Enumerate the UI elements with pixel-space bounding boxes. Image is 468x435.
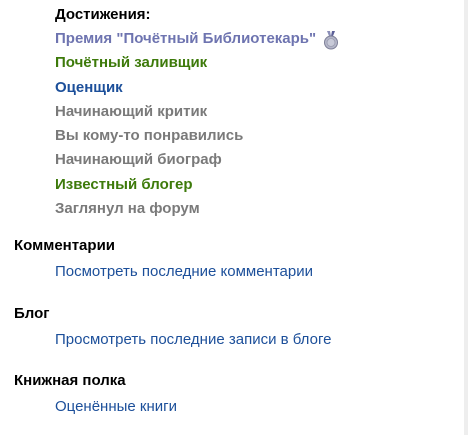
right-border — [464, 0, 468, 435]
achievement-item[interactable]: Известный блогер — [55, 175, 341, 199]
achievement-label[interactable]: Начинающий критик — [55, 102, 207, 122]
achievement-label[interactable]: Премия "Почётный Библиотекарь" — [55, 29, 316, 49]
comments-title: Комментарии — [14, 237, 116, 254]
achievement-item[interactable]: Вы кому-то понравились — [55, 126, 341, 150]
achievement-item[interactable]: Начинающий критик — [55, 102, 341, 126]
blog-title: Блог — [14, 305, 50, 322]
latest-blog-posts-link[interactable]: Просмотреть последние записи в блоге — [55, 330, 331, 350]
achievements-list: Премия "Почётный Библиотекарь" Почётный … — [55, 29, 341, 223]
achievement-item[interactable]: Почётный заливщик — [55, 53, 341, 77]
achievement-item[interactable]: Заглянул на форум — [55, 199, 341, 223]
latest-comments-link[interactable]: Посмотреть последние комментарии — [55, 262, 313, 282]
rated-books-link[interactable]: Оценённые книги — [55, 397, 177, 417]
achievements-heading: Достижения: — [55, 6, 151, 23]
achievement-label[interactable]: Начинающий биограф — [55, 150, 222, 170]
achievement-item[interactable]: Оценщик — [55, 78, 341, 102]
bookshelf-title: Книжная полка — [14, 372, 126, 389]
profile-page: Достижения: Премия "Почётный Библиотекар… — [0, 0, 468, 435]
medal-icon — [324, 31, 339, 50]
achievement-label[interactable]: Известный блогер — [55, 175, 193, 195]
achievement-item[interactable]: Начинающий биограф — [55, 150, 341, 174]
achievement-label[interactable]: Почётный заливщик — [55, 53, 207, 73]
achievement-label[interactable]: Вы кому-то понравились — [55, 126, 243, 146]
achievement-label[interactable]: Заглянул на форум — [55, 199, 200, 219]
achievement-item[interactable]: Премия "Почётный Библиотекарь" — [55, 29, 341, 53]
achievement-label[interactable]: Оценщик — [55, 78, 123, 98]
